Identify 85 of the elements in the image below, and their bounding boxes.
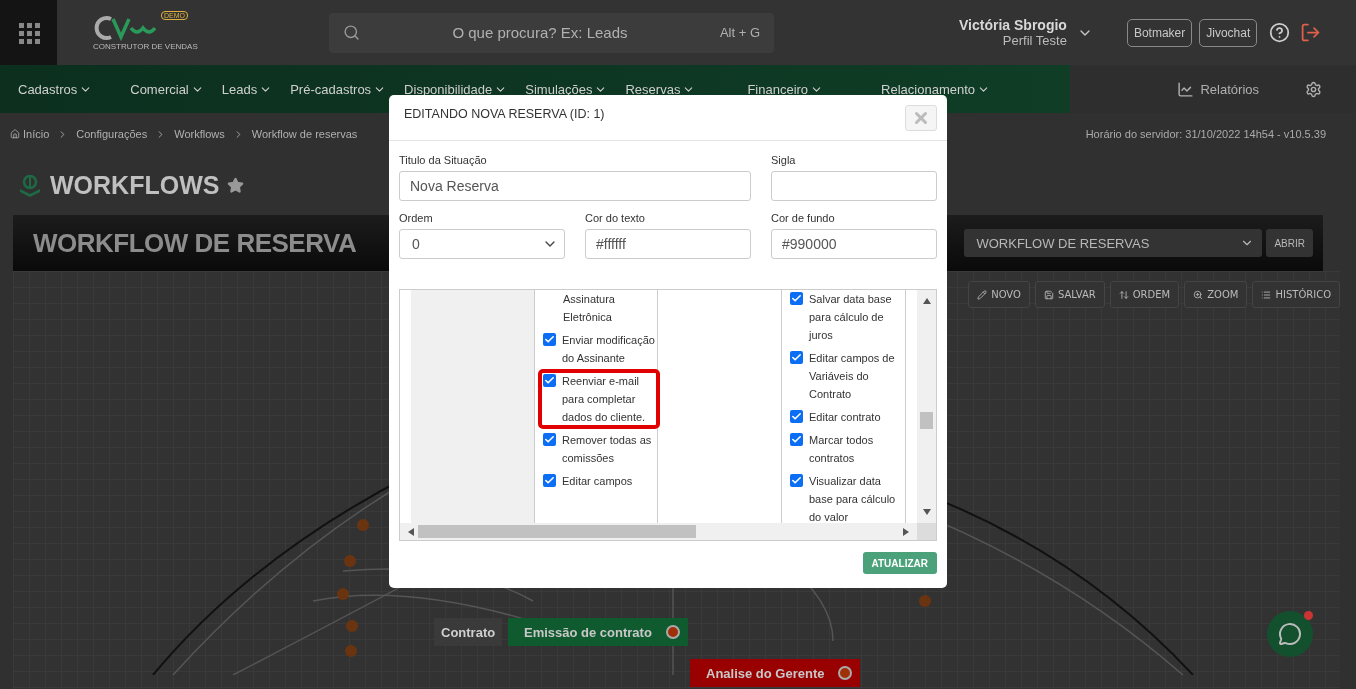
money-box-icon (18, 173, 42, 197)
order-select[interactable]: 0 (399, 229, 565, 259)
input-field[interactable]: Nova Reserva (399, 171, 751, 201)
checkbox[interactable] (543, 474, 556, 487)
breadcrumb-link[interactable]: Workflow de reservas (251, 128, 358, 140)
logo-tagline: CONSTRUTOR DE VENDAS (93, 42, 198, 51)
vertical-scrollbar[interactable] (917, 290, 936, 523)
toolbar-button[interactable]: ORDEM (1109, 281, 1180, 308)
input-field[interactable] (771, 171, 937, 201)
workflow-node[interactable]: Analise do Gerente (690, 659, 861, 687)
nav-menu-item[interactable]: Disponibilidade (404, 81, 508, 97)
permission-label: Salvar data base para cálculo de juros (809, 292, 893, 343)
checkbox[interactable] (790, 292, 803, 305)
nav-menu-item[interactable]: Reservas (625, 81, 696, 97)
server-time: Horário do servidor: 31/10/2022 14h54 - v10.5.39 (1085, 128, 1326, 140)
checkbox[interactable] (543, 433, 556, 446)
nav-menu-item[interactable]: Leads (221, 81, 273, 97)
checkbox[interactable] (790, 410, 803, 423)
field-label: Ordem (399, 212, 434, 224)
input-field[interactable]: #990000 (771, 229, 937, 259)
home-icon (10, 129, 20, 139)
workflow-node[interactable]: Contrato (434, 618, 503, 646)
grid-icon (17, 21, 40, 44)
banner-title: WORKFLOW DE RESERVA (33, 227, 357, 259)
open-button[interactable]: ABRIR (1266, 229, 1313, 257)
permission-label: Assinatura Eletrônica (562, 292, 616, 325)
search-icon (343, 24, 360, 41)
toolbar-button[interactable]: NOVO (968, 281, 1030, 308)
sort-icon (1118, 289, 1129, 300)
field-label: Titulo da Situação (399, 154, 488, 166)
nav-menu-item[interactable]: Cadastros (18, 81, 93, 97)
zoom-icon (1193, 289, 1204, 300)
field-label: Cor do texto (585, 212, 646, 224)
toolbar-button[interactable]: HISTÓRICO (1252, 281, 1340, 308)
line-chart-icon (1177, 80, 1195, 98)
search-bar[interactable]: O que procura? Ex: Leads Alt + G (329, 12, 774, 53)
chat-bubble-icon (1278, 622, 1302, 646)
shortcut-hint: Alt + G (719, 25, 760, 40)
horizontal-scrollbar[interactable] (400, 523, 917, 540)
permission-label: Editar campos de Variáveis do Contrato (809, 351, 896, 402)
permission-label: Reenviar e-mail para completar dados do cliente. (562, 374, 647, 425)
field-label: Sigla (771, 154, 797, 166)
scrollbar-corner (917, 523, 936, 540)
checkbox[interactable] (790, 433, 803, 446)
workflow-node[interactable]: Emissão de contrato (508, 618, 688, 646)
checkbox[interactable] (543, 333, 556, 346)
permission-label: Visualizar data base para cálculo do valor (809, 474, 897, 523)
user-name[interactable]: Victória Sbrogio (959, 17, 1067, 33)
nav-menu-item[interactable]: Simulações (525, 81, 608, 97)
permission-label: Remover todas as comissões (562, 433, 653, 466)
star-icon[interactable] (227, 176, 245, 194)
input-field[interactable]: #ffffff (585, 229, 751, 259)
help-icon[interactable] (1269, 22, 1291, 43)
nav-menu-item[interactable]: Relacionamento (881, 81, 991, 97)
reports-link[interactable]: Relatórios (1171, 79, 1265, 99)
toolbar-button[interactable]: SALVAR (1034, 281, 1105, 308)
breadcrumb-link[interactable]: Configurações (76, 128, 148, 140)
checkbox[interactable] (790, 474, 803, 487)
checkbox[interactable] (790, 351, 803, 364)
breadcrumb-link[interactable]: Início (10, 128, 50, 140)
header-button[interactable]: Botmaker (1126, 18, 1193, 47)
dialog-title: EDITANDO NOVA RESERVA (ID: 1) (404, 107, 605, 123)
header-button[interactable]: Jivochat (1199, 18, 1258, 47)
field-label: Cor de fundo (771, 212, 836, 224)
apps-menu-button[interactable] (0, 0, 57, 65)
workflow-select[interactable]: WORKFLOW DE RESERVAS (964, 229, 1263, 257)
pencil-icon (977, 289, 988, 300)
breadcrumb-link[interactable]: Workflows (174, 128, 225, 140)
close-icon (912, 109, 930, 127)
save-icon (1043, 289, 1054, 300)
permission-label: Editar campos (562, 474, 633, 489)
permission-label: Marcar todos contratos (809, 433, 875, 466)
search-field[interactable]: O que procura? Ex: Leads (372, 23, 708, 42)
user-profile: Perfil Teste (1002, 33, 1067, 48)
page-title: WORKFLOWS (50, 170, 220, 200)
list-icon (1261, 289, 1272, 300)
nav-menu-item[interactable]: Comercial (130, 81, 204, 97)
nav-menu-item[interactable]: Pré-cadastros (290, 81, 387, 97)
nav-menu-item[interactable]: Financeiro (747, 81, 824, 97)
checkbox[interactable] (543, 374, 556, 387)
settings-icon[interactable] (1305, 80, 1322, 98)
permission-label: Editar contrato (809, 410, 881, 425)
logout-icon[interactable] (1300, 22, 1322, 43)
toolbar-button[interactable]: ZOOM (1184, 281, 1248, 308)
permission-label: Enviar modificação do Assinante (562, 333, 655, 366)
